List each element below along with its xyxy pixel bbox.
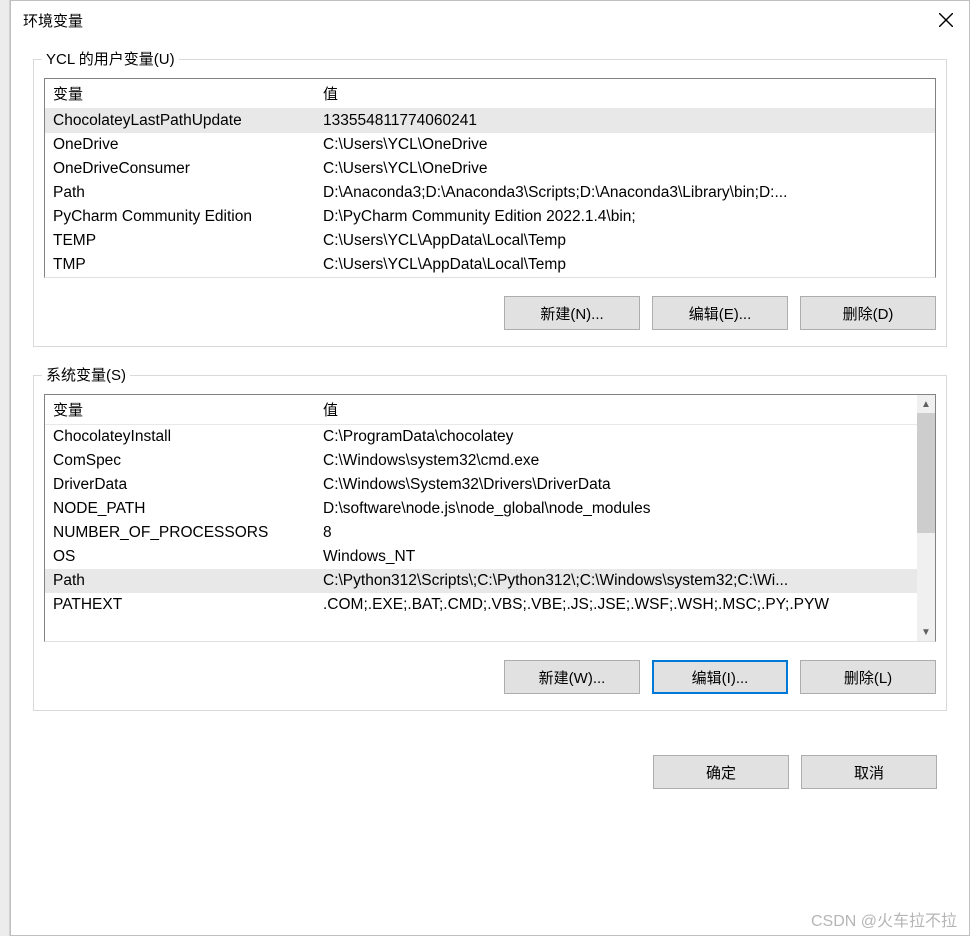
var-value-cell: C:\Users\YCL\OneDrive: [315, 133, 935, 157]
user-delete-button[interactable]: 删除(D): [800, 296, 936, 330]
scroll-thumb[interactable]: [917, 413, 935, 533]
env-vars-dialog: 环境变量 YCL 的用户变量(U) 变量 值 ChocolateyLastPat…: [10, 0, 970, 936]
table-row[interactable]: TMPC:\Users\YCL\AppData\Local\Temp: [45, 253, 935, 277]
var-name-cell: OS: [45, 545, 315, 569]
var-value-cell: C:\Windows\System32\Drivers\DriverData: [315, 473, 935, 497]
user-new-button[interactable]: 新建(N)...: [504, 296, 640, 330]
var-name-cell: ComSpec: [45, 449, 315, 473]
var-value-cell: Windows_NT: [315, 545, 935, 569]
dialog-buttons: 确定 取消: [11, 749, 969, 795]
var-name-cell: PyCharm Community Edition: [45, 205, 315, 229]
system-delete-button[interactable]: 删除(L): [800, 660, 936, 694]
watermark: CSDN @火车拉不拉: [811, 907, 957, 931]
col-header-value[interactable]: 值: [315, 79, 935, 109]
var-value-cell: .COM;.EXE;.BAT;.CMD;.VBS;.VBE;.JS;.JSE;.…: [315, 593, 935, 617]
var-name-cell: Path: [45, 181, 315, 205]
system-vars-header-row: 变量 值: [45, 395, 935, 425]
col-header-name[interactable]: 变量: [45, 395, 315, 425]
var-value-cell: 8: [315, 521, 935, 545]
system-vars-group: 系统变量(S) 变量 值 ChocolateyInstallC:\Program…: [33, 375, 947, 711]
user-vars-table: 变量 值 ChocolateyLastPathUpdate13355481177…: [45, 79, 935, 277]
dialog-content: YCL 的用户变量(U) 变量 值 ChocolateyLastPathUpda…: [11, 39, 969, 749]
parent-window-edge: [0, 0, 10, 936]
user-vars-legend: YCL 的用户变量(U): [42, 48, 179, 69]
system-edit-button[interactable]: 编辑(I)...: [652, 660, 788, 694]
var-value-cell: 133554811774060241: [315, 109, 935, 134]
close-button[interactable]: [923, 4, 969, 36]
var-name-cell: TMP: [45, 253, 315, 277]
var-name-cell: TEMP: [45, 229, 315, 253]
var-value-cell: C:\Users\YCL\OneDrive: [315, 157, 935, 181]
user-vars-buttons: 新建(N)... 编辑(E)... 删除(D): [44, 296, 936, 330]
table-row[interactable]: PathD:\Anaconda3;D:\Anaconda3\Scripts;D:…: [45, 181, 935, 205]
system-vars-table-wrap[interactable]: 变量 值 ChocolateyInstallC:\ProgramData\cho…: [44, 394, 936, 642]
var-value-cell: D:\PyCharm Community Edition 2022.1.4\bi…: [315, 205, 935, 229]
var-value-cell: C:\Windows\system32\cmd.exe: [315, 449, 935, 473]
scroll-up-icon[interactable]: ▲: [917, 395, 935, 413]
ok-button[interactable]: 确定: [653, 755, 789, 789]
user-vars-header-row: 变量 值: [45, 79, 935, 109]
user-edit-button[interactable]: 编辑(E)...: [652, 296, 788, 330]
user-vars-group: YCL 的用户变量(U) 变量 值 ChocolateyLastPathUpda…: [33, 59, 947, 347]
var-value-cell: D:\software\node.js\node_global\node_mod…: [315, 497, 935, 521]
system-vars-table: 变量 值 ChocolateyInstallC:\ProgramData\cho…: [45, 395, 935, 617]
var-name-cell: ChocolateyInstall: [45, 425, 315, 450]
var-name-cell: Path: [45, 569, 315, 593]
var-name-cell: DriverData: [45, 473, 315, 497]
var-name-cell: NUMBER_OF_PROCESSORS: [45, 521, 315, 545]
user-vars-table-wrap[interactable]: 变量 值 ChocolateyLastPathUpdate13355481177…: [44, 78, 936, 278]
table-row[interactable]: DriverDataC:\Windows\System32\Drivers\Dr…: [45, 473, 935, 497]
table-row[interactable]: ComSpecC:\Windows\system32\cmd.exe: [45, 449, 935, 473]
table-row[interactable]: ChocolateyInstallC:\ProgramData\chocolat…: [45, 425, 935, 450]
system-vars-buttons: 新建(W)... 编辑(I)... 删除(L): [44, 660, 936, 694]
system-vars-scrollbar[interactable]: ▲ ▼: [917, 395, 935, 641]
var-name-cell: NODE_PATH: [45, 497, 315, 521]
close-icon: [939, 13, 953, 27]
system-vars-legend: 系统变量(S): [42, 364, 130, 385]
var-value-cell: C:\Python312\Scripts\;C:\Python312\;C:\W…: [315, 569, 935, 593]
table-row[interactable]: NUMBER_OF_PROCESSORS8: [45, 521, 935, 545]
table-row[interactable]: PathC:\Python312\Scripts\;C:\Python312\;…: [45, 569, 935, 593]
table-row[interactable]: ChocolateyLastPathUpdate1335548117740602…: [45, 109, 935, 134]
col-header-value[interactable]: 值: [315, 395, 935, 425]
var-name-cell: OneDrive: [45, 133, 315, 157]
var-value-cell: C:\Users\YCL\AppData\Local\Temp: [315, 229, 935, 253]
table-row[interactable]: OSWindows_NT: [45, 545, 935, 569]
table-row[interactable]: PATHEXT.COM;.EXE;.BAT;.CMD;.VBS;.VBE;.JS…: [45, 593, 935, 617]
window-title: 环境变量: [23, 10, 83, 31]
table-row[interactable]: PyCharm Community EditionD:\PyCharm Comm…: [45, 205, 935, 229]
scroll-down-icon[interactable]: ▼: [917, 623, 935, 641]
table-row[interactable]: NODE_PATHD:\software\node.js\node_global…: [45, 497, 935, 521]
cancel-button[interactable]: 取消: [801, 755, 937, 789]
var-value-cell: C:\Users\YCL\AppData\Local\Temp: [315, 253, 935, 277]
var-name-cell: ChocolateyLastPathUpdate: [45, 109, 315, 134]
col-header-name[interactable]: 变量: [45, 79, 315, 109]
system-new-button[interactable]: 新建(W)...: [504, 660, 640, 694]
table-row[interactable]: OneDriveC:\Users\YCL\OneDrive: [45, 133, 935, 157]
var-name-cell: OneDriveConsumer: [45, 157, 315, 181]
titlebar: 环境变量: [11, 1, 969, 39]
var-value-cell: C:\ProgramData\chocolatey: [315, 425, 935, 450]
var-value-cell: D:\Anaconda3;D:\Anaconda3\Scripts;D:\Ana…: [315, 181, 935, 205]
table-row[interactable]: OneDriveConsumerC:\Users\YCL\OneDrive: [45, 157, 935, 181]
table-row[interactable]: TEMPC:\Users\YCL\AppData\Local\Temp: [45, 229, 935, 253]
var-name-cell: PATHEXT: [45, 593, 315, 617]
